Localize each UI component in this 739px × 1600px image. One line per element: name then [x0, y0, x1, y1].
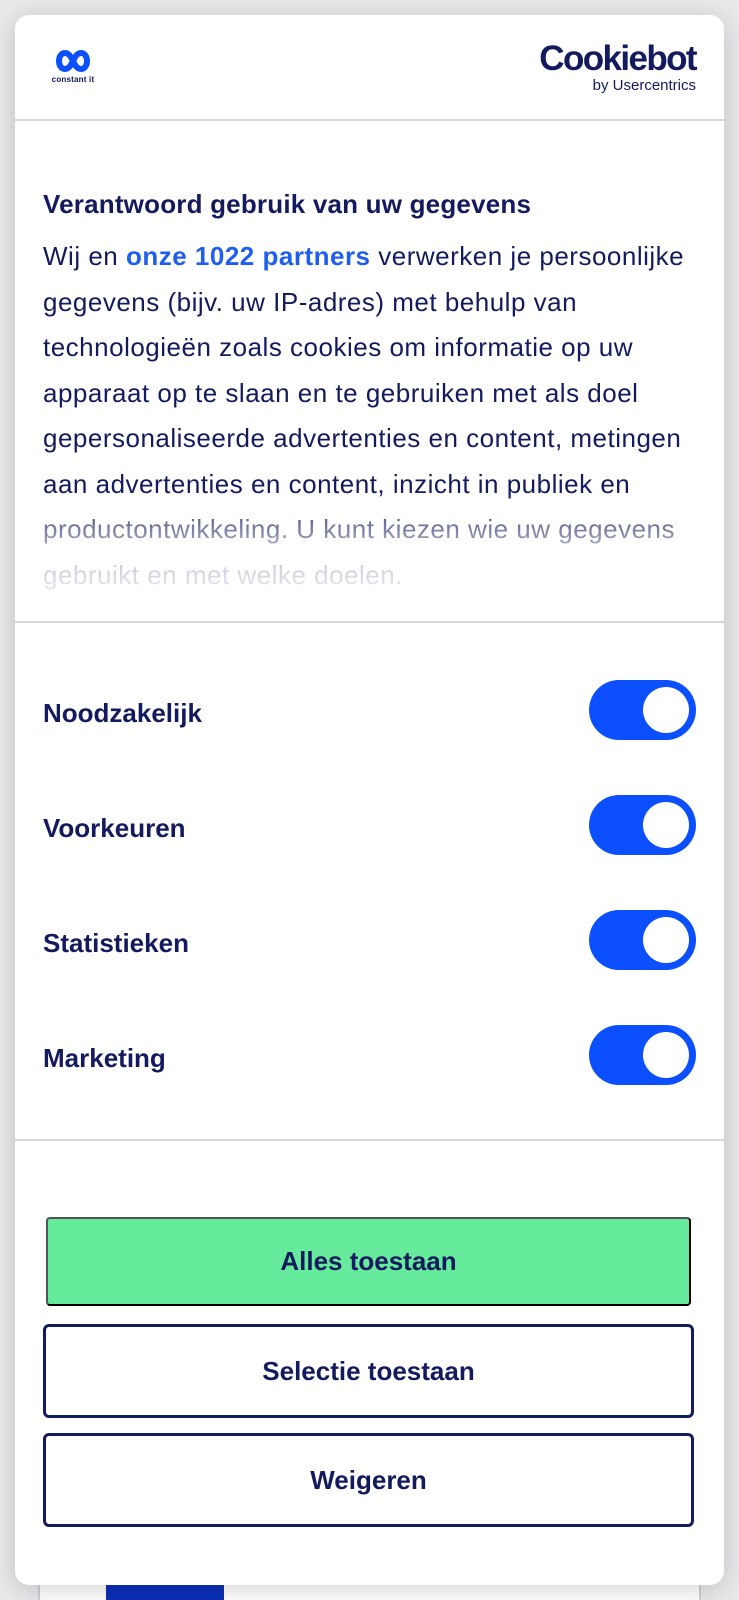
category-label: Statistieken [43, 928, 189, 958]
brand-logo-icon [56, 49, 90, 73]
cookiebot-subtitle: by Usercentrics [592, 77, 696, 94]
consent-description[interactable]: Verantwoord gebruik van uw gegevens Wij … [15, 121, 724, 623]
partners-link[interactable]: onze 1022 partners [126, 241, 371, 271]
consent-buttons: Alles toestaan Selectie toestaan Weigere… [15, 1141, 724, 1527]
allow-all-button[interactable]: Alles toestaan [46, 1217, 691, 1306]
consent-text: Wij en onze 1022 partners verwerken je p… [43, 234, 696, 598]
consent-categories: Noodzakelijk Voorkeuren Statistieken Mar… [15, 623, 724, 1141]
marketing-toggle[interactable] [589, 1025, 696, 1085]
cookiebot-name: Cookiebot [539, 39, 697, 78]
category-statistics: Statistieken [15, 910, 724, 1025]
category-necessary: Noodzakelijk [15, 680, 724, 795]
brand-logo: constant it [43, 49, 103, 89]
category-label: Noodzakelijk [43, 698, 202, 728]
consent-title: Verantwoord gebruik van uw gegevens [43, 189, 532, 219]
consent-text-start: Wij en [43, 241, 126, 271]
preferences-toggle[interactable] [589, 795, 696, 855]
statistics-toggle[interactable] [589, 910, 696, 970]
toggle-knob [643, 1032, 689, 1078]
deny-button[interactable]: Weigeren [43, 1433, 694, 1527]
consent-text-rest: verwerken je persoonlijke gegevens (bijv… [43, 241, 685, 590]
category-label: Voorkeuren [43, 813, 186, 843]
cookiebot-logo: Cookiebot by Usercentrics [539, 39, 697, 94]
category-preferences: Voorkeuren [15, 795, 724, 910]
toggle-knob [643, 687, 689, 733]
category-marketing: Marketing [15, 1025, 724, 1140]
allow-selection-button[interactable]: Selectie toestaan [43, 1324, 694, 1418]
toggle-knob [643, 802, 689, 848]
category-label: Marketing [43, 1043, 166, 1073]
necessary-toggle[interactable] [589, 680, 696, 740]
toggle-knob [643, 917, 689, 963]
cookie-consent-dialog: constant it Cookiebot by Usercentrics Ve… [15, 15, 724, 1585]
brand-name: constant it [51, 75, 95, 84]
dialog-header: constant it Cookiebot by Usercentrics [15, 15, 724, 121]
